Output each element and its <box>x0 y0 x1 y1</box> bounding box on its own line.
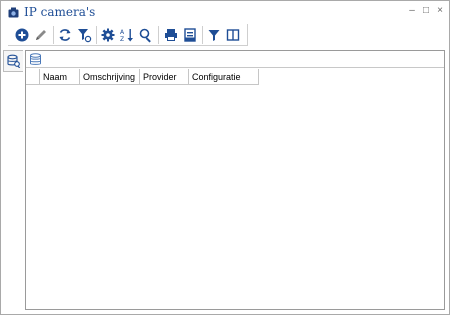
column-header-configuratie[interactable]: Configuratie <box>189 69 259 85</box>
svg-text:A: A <box>120 29 125 36</box>
column-header-provider[interactable]: Provider <box>140 69 189 85</box>
sort-az-icon[interactable]: AZ <box>119 27 135 43</box>
camera-icon <box>8 7 19 18</box>
search-icon[interactable] <box>138 27 154 43</box>
toolbar-separator <box>53 26 54 44</box>
filter-settings-icon[interactable] <box>76 27 92 43</box>
content-panel: Naam Omschrijving Provider Configuratie <box>25 50 445 310</box>
print-icon[interactable] <box>163 27 179 43</box>
print-preview-icon[interactable] <box>182 27 198 43</box>
columns-icon[interactable] <box>225 27 241 43</box>
close-icon[interactable]: × <box>435 6 445 16</box>
toolbar-border <box>8 45 248 46</box>
sidebar-tab-search[interactable] <box>3 50 23 72</box>
column-header-indicator[interactable] <box>26 69 40 85</box>
minimize-icon[interactable]: – <box>407 6 417 16</box>
database-icon[interactable] <box>29 53 42 66</box>
toolbar-separator <box>96 26 97 44</box>
toolbar: AZ <box>8 24 248 46</box>
database-search-icon <box>7 54 21 68</box>
column-header-omschrijving[interactable]: Omschrijving <box>80 69 140 85</box>
panel-header <box>26 51 444 68</box>
svg-text:Z: Z <box>120 36 124 43</box>
filter-icon[interactable] <box>206 27 222 43</box>
maximize-icon[interactable]: □ <box>421 6 431 16</box>
toolbar-separator <box>158 26 159 44</box>
toolbar-separator <box>202 26 203 44</box>
refresh-icon[interactable] <box>57 27 73 43</box>
settings-icon[interactable] <box>100 27 116 43</box>
title-bar: IP camera's – □ × <box>2 2 448 22</box>
window-title: IP camera's <box>24 5 96 19</box>
edit-icon[interactable] <box>33 27 49 43</box>
add-icon[interactable] <box>14 27 30 43</box>
column-header-naam[interactable]: Naam <box>40 69 80 85</box>
toolbar-border <box>247 24 248 46</box>
window: IP camera's – □ × AZ Naam Omschrijving P… <box>0 0 450 315</box>
